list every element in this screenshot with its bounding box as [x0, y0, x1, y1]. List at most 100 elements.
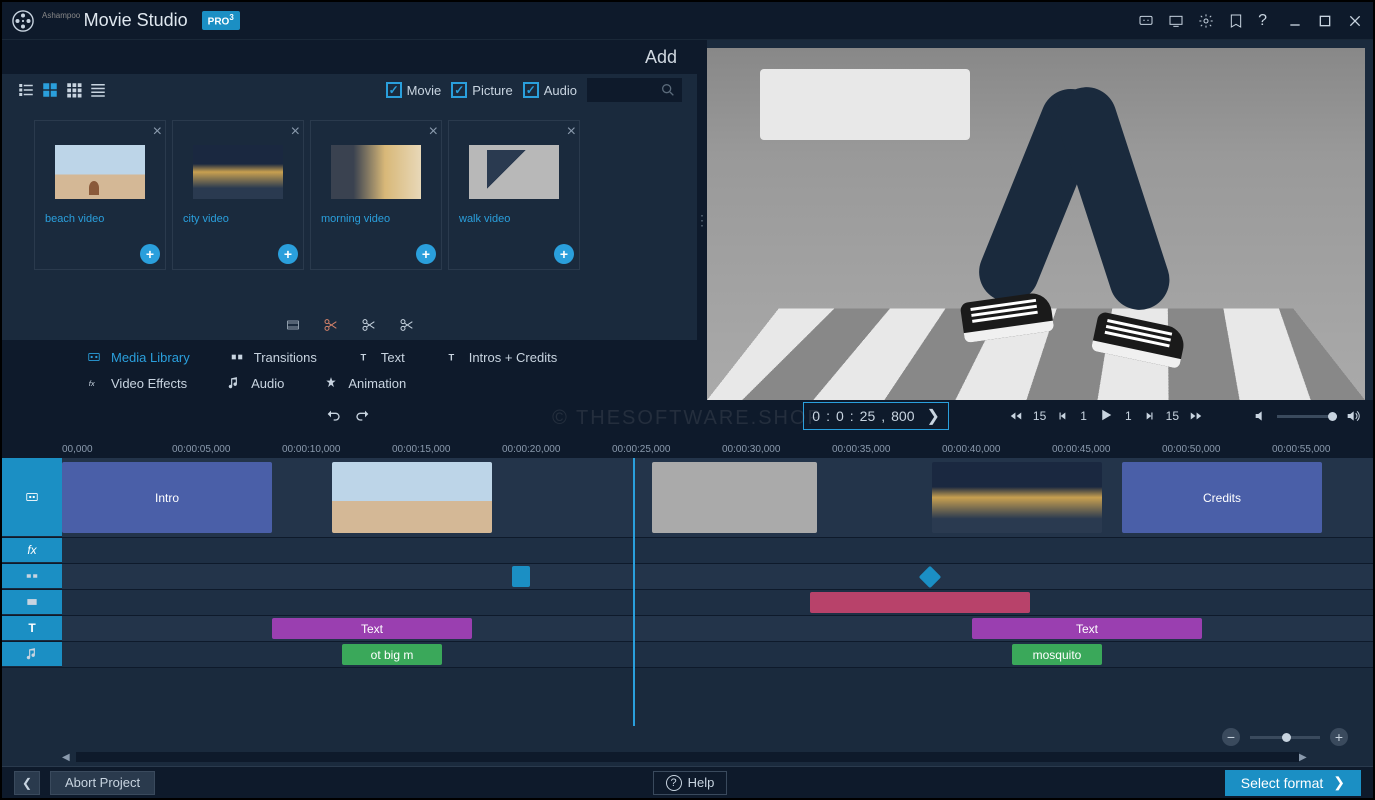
audio-clip[interactable]: mosquito — [1012, 644, 1102, 665]
card-close-icon[interactable]: × — [291, 124, 300, 140]
add-button[interactable]: Add — [645, 47, 677, 68]
zoom-slider[interactable] — [1250, 736, 1320, 739]
help-icon[interactable]: ? — [1258, 12, 1267, 30]
select-format-button[interactable]: Select format❯ — [1225, 770, 1361, 796]
scroll-left-icon[interactable]: ◀ — [62, 752, 76, 763]
track-head-text[interactable]: T — [2, 616, 62, 641]
zoom-in-button[interactable]: + — [1330, 728, 1348, 746]
tab-audio[interactable]: Audio — [227, 376, 284, 391]
scissors-icon[interactable] — [323, 317, 339, 333]
card-add-button[interactable]: + — [554, 244, 574, 264]
scroll-right-icon[interactable]: ▶ — [1299, 752, 1313, 763]
search-input[interactable] — [587, 78, 682, 102]
card-add-button[interactable]: + — [140, 244, 160, 264]
next-frame-icon[interactable] — [1142, 409, 1156, 423]
preview-viewport[interactable] — [707, 48, 1365, 400]
card-label: city video — [179, 213, 297, 225]
audio-clip[interactable]: ot big m — [342, 644, 442, 665]
gear-icon[interactable] — [1198, 13, 1214, 29]
tab-text[interactable]: TText — [357, 350, 405, 365]
playhead[interactable] — [633, 458, 635, 726]
view-list-icon[interactable] — [17, 81, 35, 99]
undo-icon[interactable] — [324, 408, 342, 424]
overlay-clip[interactable] — [810, 592, 1030, 613]
track-head-video[interactable] — [2, 458, 62, 537]
panel-divider[interactable]: ⋮ — [697, 40, 707, 400]
horizontal-scrollbar[interactable] — [76, 752, 1299, 762]
card-close-icon[interactable]: × — [429, 124, 438, 140]
track-head-overlay[interactable] — [2, 590, 62, 615]
track-head-audio[interactable] — [2, 642, 62, 667]
clip-intro[interactable]: Intro — [62, 462, 272, 533]
clip-city[interactable] — [932, 462, 1102, 533]
maximize-icon[interactable] — [1317, 13, 1333, 29]
time-ruler[interactable]: 00,000 00:00:05,000 00:00:10,000 00:00:1… — [2, 432, 1373, 458]
transition-marker[interactable] — [512, 566, 530, 587]
audio-track[interactable]: ot big m mosquito — [62, 642, 1373, 667]
redo-icon[interactable] — [354, 408, 372, 424]
note-icon[interactable] — [1228, 13, 1244, 29]
tab-video-effects[interactable]: fxVideo Effects — [87, 376, 187, 391]
text-clip[interactable]: Text — [272, 618, 472, 639]
filter-audio-checkbox[interactable]: Audio — [523, 82, 577, 98]
svg-text:fx: fx — [89, 379, 96, 388]
play-icon[interactable] — [1097, 406, 1115, 424]
card-close-icon[interactable]: × — [567, 124, 576, 140]
zoom-out-button[interactable]: − — [1222, 728, 1240, 746]
minimize-icon[interactable] — [1287, 13, 1303, 29]
track-head-transition[interactable] — [2, 564, 62, 589]
clip-walk[interactable] — [652, 462, 817, 533]
video-track[interactable]: Intro Credits — [62, 458, 1373, 537]
tab-media-library[interactable]: Media Library — [87, 350, 190, 365]
media-card-beach[interactable]: × beach video + — [34, 120, 166, 270]
view-grid-large-icon[interactable] — [41, 81, 59, 99]
abort-project-button[interactable]: Abort Project — [50, 771, 155, 795]
timecode-display[interactable]: 0:0:25,800 ❯ — [803, 402, 949, 430]
text-track[interactable]: Text Text — [62, 616, 1373, 641]
app-logo-group: Ashampoo Movie Studio PRO3 — [12, 10, 240, 32]
film-cut-icon[interactable] — [285, 317, 301, 333]
timeline: 00,000 00:00:05,000 00:00:10,000 00:00:1… — [2, 432, 1373, 766]
svg-text:T: T — [448, 353, 454, 363]
svg-text:T: T — [360, 353, 366, 363]
help-button[interactable]: ?Help — [653, 771, 728, 795]
tab-animation[interactable]: Animation — [324, 376, 406, 391]
clip-beach[interactable] — [332, 462, 492, 533]
scissors-left-icon[interactable] — [361, 317, 377, 333]
media-card-city[interactable]: × city video + — [172, 120, 304, 270]
timecode-next-icon[interactable]: ❯ — [927, 406, 940, 426]
media-card-morning[interactable]: × morning video + — [310, 120, 442, 270]
text-clip[interactable]: Text — [972, 618, 1202, 639]
track-head-fx[interactable]: fx — [2, 538, 62, 563]
filter-movie-checkbox[interactable]: Movie — [386, 82, 442, 98]
close-icon[interactable] — [1347, 13, 1363, 29]
view-details-icon[interactable] — [89, 81, 107, 99]
media-card-walk[interactable]: × walk video + — [448, 120, 580, 270]
tab-transitions[interactable]: Transitions — [230, 350, 317, 365]
card-add-button[interactable]: + — [416, 244, 436, 264]
card-close-icon[interactable]: × — [153, 124, 162, 140]
view-grid-small-icon[interactable] — [65, 81, 83, 99]
transition-diamond[interactable] — [919, 566, 942, 589]
clip-credits[interactable]: Credits — [1122, 462, 1322, 533]
filter-picture-checkbox[interactable]: Picture — [451, 82, 512, 98]
tab-intros[interactable]: TIntros + Credits — [445, 350, 558, 365]
card-label: beach video — [41, 213, 159, 225]
volume-high-icon[interactable] — [1345, 408, 1361, 424]
volume-low-icon[interactable] — [1253, 408, 1269, 424]
back-button[interactable]: ❮ — [14, 771, 40, 795]
card-label: morning video — [317, 213, 435, 225]
transition-track[interactable] — [62, 564, 1373, 589]
prev-frame-icon[interactable] — [1056, 409, 1070, 423]
fast-forward-icon[interactable] — [1189, 409, 1203, 423]
scissors-right-icon[interactable] — [399, 317, 415, 333]
screen-icon[interactable] — [1168, 13, 1184, 29]
thumbnail — [55, 145, 145, 199]
card-add-button[interactable]: + — [278, 244, 298, 264]
overlay-track[interactable] — [62, 590, 1373, 615]
chat-icon[interactable] — [1138, 13, 1154, 29]
rewind-icon[interactable] — [1009, 409, 1023, 423]
fx-track[interactable] — [62, 538, 1373, 563]
transport-bar: 0:0:25,800 ❯ 15 1 1 15 — [2, 400, 1373, 432]
volume-slider[interactable] — [1277, 415, 1337, 418]
